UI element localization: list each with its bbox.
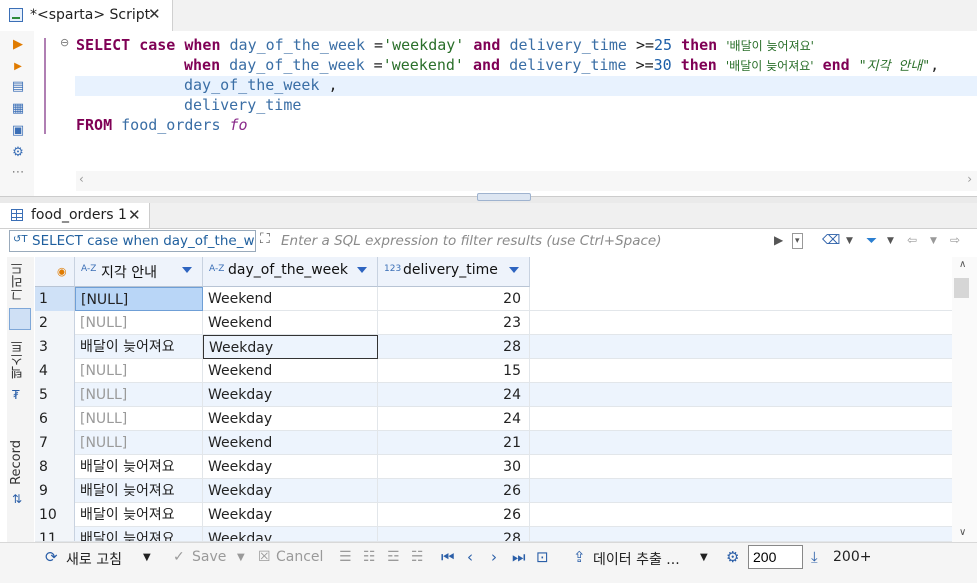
sql-line-1: SELECT case when day_of_the_week ='weekd…	[76, 36, 814, 54]
forward-icon[interactable]: ⇨	[950, 233, 960, 247]
close-icon[interactable]: ✕	[128, 206, 141, 224]
editor-horizontal-scrollbar[interactable]: ‹ ›	[76, 171, 977, 191]
scroll-down-icon[interactable]: ∨	[959, 527, 966, 538]
table-row[interactable]: 2 [NULL] Weekend 23	[35, 311, 952, 335]
column-header-day-of-the-week[interactable]: A-Z day_of_the_week	[203, 257, 378, 287]
row-count-button[interactable]: 200+	[833, 549, 871, 565]
grid-vertical-scrollbar[interactable]: ∧ ∨	[952, 257, 977, 542]
export-button[interactable]: 데이터 추출 ...	[593, 549, 680, 569]
change-marker	[44, 38, 46, 134]
delete-row-icon[interactable]: ☵	[411, 549, 424, 565]
table-row[interactable]: 7 [NULL] Weekend 21	[35, 431, 952, 455]
sql-script-icon	[9, 8, 23, 22]
sql-line-4: delivery_time	[184, 96, 302, 114]
tab-script[interactable]: *<sparta> Script ✕	[0, 0, 173, 31]
chevron-down-icon[interactable]: ▼	[930, 236, 937, 246]
copy-row-icon[interactable]: ☲	[387, 549, 400, 565]
query-preview[interactable]: ↺T SELECT case when day_of_the_we	[9, 230, 256, 252]
last-page-icon[interactable]: ⏭	[512, 548, 526, 566]
chevron-down-icon[interactable]: ▼	[846, 236, 853, 246]
table-row[interactable]: 4 [NULL] Weekend 15	[35, 359, 952, 383]
number-type-icon: 123	[384, 264, 402, 274]
fit-columns-icon[interactable]: ⊡	[536, 548, 549, 566]
sql-line-2: when day_of_the_week ='weekend' and deli…	[184, 56, 940, 74]
sql-line-3: day_of_the_week ,	[184, 76, 338, 94]
table-row[interactable]: 5 [NULL] Weekday 24	[35, 383, 952, 407]
scrollbar-thumb[interactable]	[954, 278, 969, 298]
add-row-icon[interactable]: ☷	[363, 549, 376, 565]
tab-text-view[interactable]: 텍스트	[9, 340, 28, 379]
column-header-delivery-time[interactable]: 123 delivery_time	[378, 257, 530, 287]
check-icon: ✓	[173, 549, 185, 565]
edit-row-icon[interactable]: ☰	[339, 549, 352, 565]
table-row[interactable]: 8 배달이 늦어져요 Weekday 30	[35, 455, 952, 479]
table-row[interactable]: 1 [NULL] Weekend 20	[35, 287, 952, 311]
column-header-late-notice[interactable]: A-Z 지각 안내	[75, 257, 203, 287]
sort-icon[interactable]	[509, 267, 519, 273]
filter-input[interactable]: ⛶ Enter a SQL expression to filter resul…	[258, 230, 770, 252]
select-all-icon[interactable]: ◉	[57, 265, 67, 278]
text-type-icon: A-Z	[81, 264, 97, 274]
refresh-button[interactable]: 새로 고침	[66, 549, 122, 569]
chevron-down-icon[interactable]: ▼	[237, 552, 245, 563]
filter-history-dropdown[interactable]: ▾	[792, 233, 803, 249]
table-row[interactable]: 6 [NULL] Weekday 24	[35, 407, 952, 431]
first-page-icon[interactable]: ⏮	[441, 548, 455, 566]
execute-statement-icon[interactable]: ▶	[10, 37, 26, 53]
table-row[interactable]: 9 배달이 늦어져요 Weekday 26	[35, 479, 952, 503]
cancel-button[interactable]: Cancel	[276, 549, 323, 565]
back-icon[interactable]: ⇦	[907, 233, 917, 247]
apply-filter-icon[interactable]: ▶	[774, 233, 783, 247]
more-icon[interactable]: ⋯	[10, 165, 26, 181]
export-icon[interactable]: ⇪	[573, 548, 586, 566]
previous-icon[interactable]: ‹	[467, 548, 473, 566]
expand-icon: ⛶	[260, 231, 270, 247]
eraser-icon[interactable]: ⌫	[822, 233, 840, 248]
text-type-icon: A-Z	[209, 264, 225, 274]
table-row[interactable]: 11 배달이 늦어져요 Weekday 28	[35, 527, 952, 542]
scroll-up-icon[interactable]: ∧	[959, 259, 966, 270]
scroll-left-icon[interactable]: ‹	[79, 172, 84, 186]
fold-collapse-icon[interactable]: ⊖	[60, 36, 69, 49]
terminal-icon[interactable]: ▣	[10, 123, 26, 139]
table-row[interactable]: 3 배달이 늦어져요 Weekday 28	[35, 335, 952, 359]
funnel-icon[interactable]: ⏷	[866, 233, 877, 249]
record-view-icon[interactable]: ⇅	[12, 492, 22, 506]
text-view-icon[interactable]: ₮	[12, 388, 20, 402]
sort-icon[interactable]	[357, 267, 367, 273]
gear-icon[interactable]: ⚙	[726, 548, 739, 566]
load-plan-icon[interactable]: ▦	[10, 101, 26, 117]
gear-icon[interactable]: ⚙	[10, 145, 26, 161]
table-icon	[11, 209, 23, 221]
tab-grid-view[interactable]: 그리드	[9, 262, 28, 301]
grid-view-icon[interactable]	[9, 308, 31, 330]
next-icon[interactable]: ›	[491, 548, 497, 566]
sql-line-5: FROM food_orders fo	[76, 116, 248, 134]
table-row[interactable]: 10 배달이 늦어져요 Weekday 26	[35, 503, 952, 527]
row-number-header[interactable]: ◉	[35, 257, 75, 287]
sort-icon[interactable]	[182, 267, 192, 273]
editor-toolbar: ▶ ▶ ▤ ▦ ▣ ⚙ ⋯	[0, 31, 34, 196]
execute-script-icon[interactable]: ▶	[10, 59, 26, 75]
tab-script-label: *<sparta> Script	[30, 7, 151, 23]
tab-results-label: food_orders 1	[31, 207, 127, 223]
close-icon[interactable]: ✕	[148, 5, 161, 23]
sql-text-icon: ↺T	[13, 234, 28, 245]
fetch-size-input[interactable]	[748, 545, 803, 569]
splitter-grip[interactable]	[477, 193, 531, 201]
chevron-down-icon[interactable]: ▼	[887, 236, 894, 246]
refresh-icon[interactable]: ⟳	[45, 548, 58, 566]
save-button[interactable]: Save	[192, 549, 226, 565]
fetch-all-icon[interactable]: ⤓	[811, 548, 818, 566]
explain-plan-icon[interactable]: ▤	[10, 79, 26, 95]
tab-results[interactable]: food_orders 1 ✕	[0, 203, 150, 228]
scroll-right-icon[interactable]: ›	[967, 172, 972, 186]
tab-record-view[interactable]: Record	[9, 440, 24, 485]
chevron-down-icon[interactable]: ▼	[143, 552, 151, 563]
cancel-icon: ☒	[258, 549, 271, 565]
chevron-down-icon[interactable]: ▼	[700, 552, 708, 563]
